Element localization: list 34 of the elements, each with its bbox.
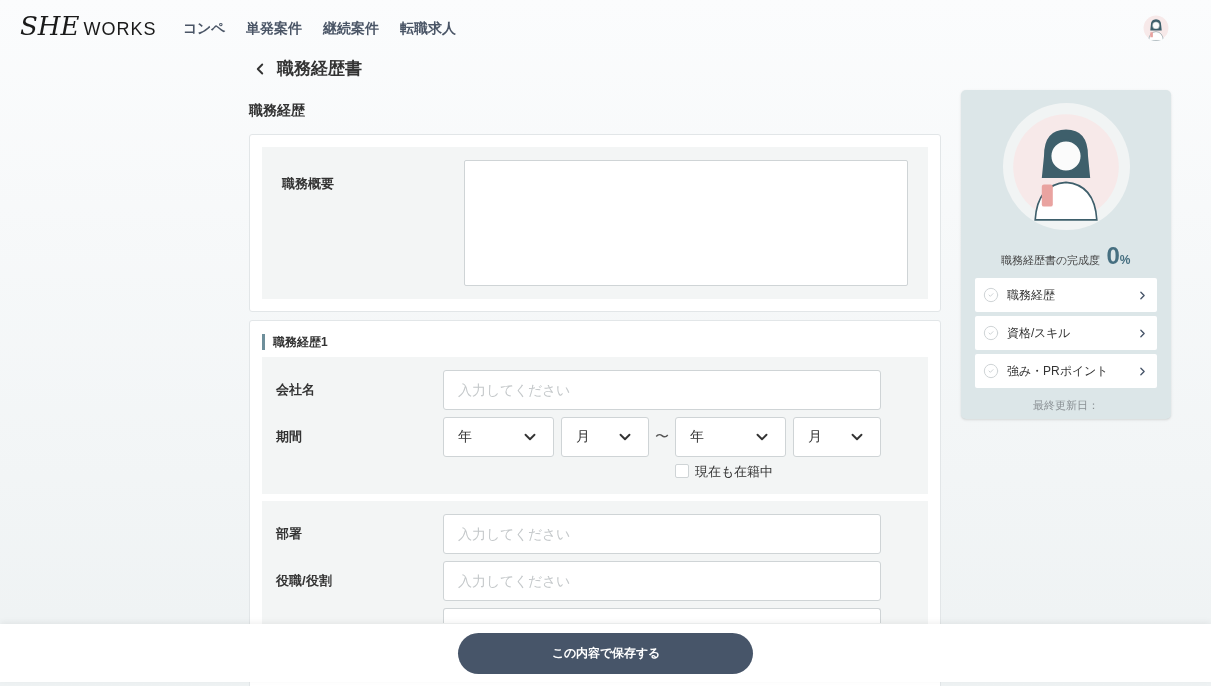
- avatar[interactable]: [1143, 15, 1169, 41]
- input-field[interactable]: 入力してください: [443, 514, 881, 554]
- input-field[interactable]: 入力してください: [443, 369, 881, 410]
- nav-link[interactable]: 転職求人: [400, 17, 457, 39]
- avatar-illustration: [1143, 15, 1169, 41]
- completion-percent: 0%: [1106, 241, 1131, 271]
- range-separator: 〜: [654, 427, 670, 446]
- text-area[interactable]: [464, 159, 908, 286]
- last-updated: 最終更新日：: [1033, 398, 1099, 413]
- field-label: 期間: [275, 427, 303, 446]
- subsection-title: 職務経歴1: [262, 333, 928, 350]
- progress-item[interactable]: 資格/スキル: [975, 316, 1157, 350]
- field-label: 職務概要: [282, 174, 335, 193]
- field-label: 会社名: [275, 380, 316, 399]
- field-label: 役職/役割: [275, 572, 333, 591]
- input-field[interactable]: 入力してください: [443, 561, 881, 601]
- section-heading: 職務経歴: [249, 100, 306, 120]
- input-field[interactable]: [443, 608, 881, 623]
- checkbox-label: 現在も在籍中: [695, 462, 773, 481]
- field-label: 部署: [275, 525, 303, 544]
- nav-link[interactable]: 単発案件: [246, 17, 303, 39]
- select-dropdown[interactable]: 年: [443, 416, 554, 457]
- logo[interactable]: SHE WORKS: [20, 13, 157, 43]
- nav-link[interactable]: 継続案件: [323, 17, 380, 39]
- progress-item[interactable]: 職務経歴: [975, 278, 1157, 312]
- nav-link[interactable]: コンペ: [183, 17, 226, 39]
- checkbox[interactable]: [675, 464, 689, 479]
- save-button[interactable]: この内容で保存する: [458, 632, 753, 674]
- select-dropdown[interactable]: 年: [675, 416, 786, 457]
- completion-label: 職務経歴書の完成度: [1001, 253, 1101, 268]
- progress-item[interactable]: 強み・PRポイント: [975, 354, 1157, 388]
- select-dropdown[interactable]: 月: [561, 416, 649, 457]
- select-dropdown[interactable]: 月: [793, 416, 881, 457]
- page-title: 職務経歴書: [277, 58, 362, 80]
